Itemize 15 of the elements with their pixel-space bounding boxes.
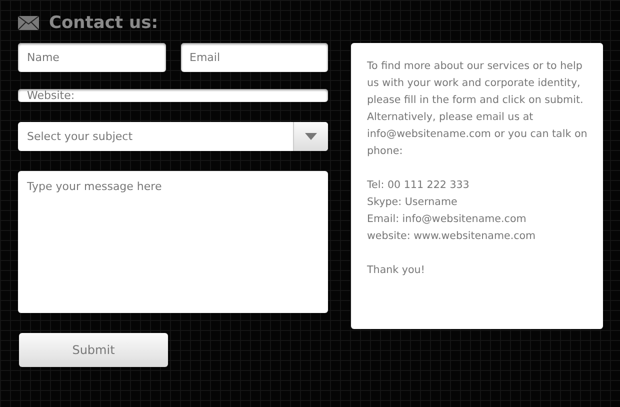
message-field[interactable]: Type your message here [18, 171, 328, 313]
info-text: website: www.websitename.com [367, 229, 537, 244]
submit-button[interactable]: Submit [19, 333, 168, 367]
info-text: Skype: Username [367, 195, 458, 210]
caret-icon [305, 133, 317, 140]
email-field[interactable]: Email [180, 43, 328, 72]
name-field[interactable]: Name [18, 43, 166, 72]
info-text: To find more about our services or to help us with your work and corporate identity, please fill in the form and click on submit. Alternatively, please email us at info@websitename.com or you can talk on phone: [367, 59, 588, 159]
info-text: Email: info@websitename.com [367, 212, 528, 227]
envelope-icon [18, 16, 39, 30]
info-text: Tel: 00 111 222 333 [367, 178, 470, 193]
page-title: Contact us: [49, 13, 158, 33]
website-field[interactable]: Website: [18, 89, 328, 102]
info-text: Thank you! [367, 263, 426, 278]
subject-dropdown[interactable]: Select your subject [18, 122, 328, 151]
